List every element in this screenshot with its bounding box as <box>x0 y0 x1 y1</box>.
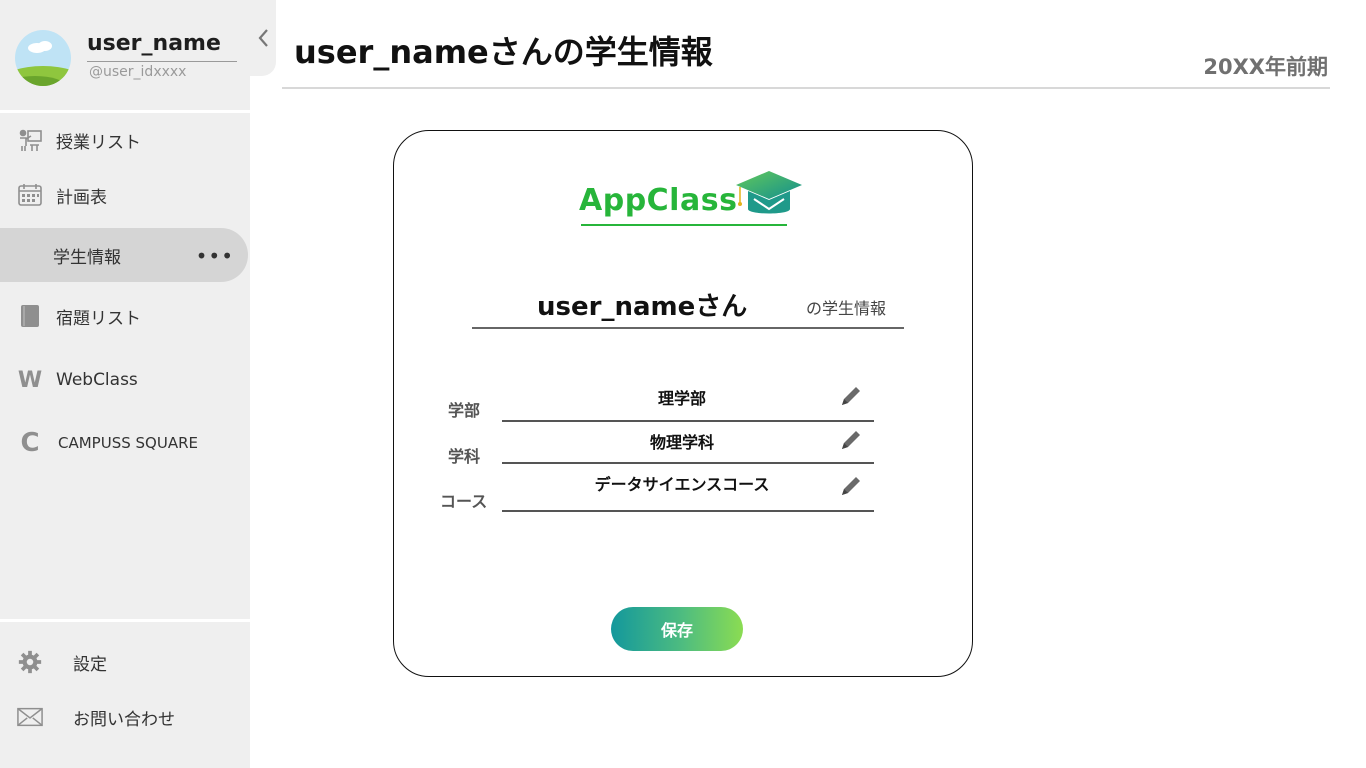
page-title: user_nameさんの学生情報 <box>294 33 713 71</box>
sidebar-item-label: CAMPUSS SQUARE <box>58 434 198 452</box>
course-underline <box>502 510 874 512</box>
chevron-left-icon <box>258 29 268 47</box>
sidebar-item-settings[interactable]: 設定 <box>0 640 250 684</box>
profile-panel: user_name @user_idxxxx <box>0 0 250 110</box>
nav-panel: 授業リスト 計画表 学生情報 ••• 宿題リスト W WebClass C CA… <box>0 113 250 619</box>
sidebar-item-class-list[interactable]: 授業リスト <box>0 118 250 162</box>
edit-course-pencil-icon[interactable] <box>839 474 863 498</box>
sidebar-item-label: 授業リスト <box>56 132 141 153</box>
user-id: @user_idxxxx <box>89 64 187 80</box>
user-name: user_name <box>87 31 221 56</box>
course-value[interactable]: データサイエンスコース <box>502 471 862 495</box>
department-label: 学科 <box>448 447 481 466</box>
webclass-w-icon: W <box>17 367 43 393</box>
term-label: 20XX年前期 <box>1203 55 1328 79</box>
card-user-name: user_nameさん <box>537 292 748 322</box>
faculty-value[interactable]: 理学部 <box>502 385 862 409</box>
more-options-icon[interactable]: ••• <box>196 244 234 268</box>
sidebar-item-label: 設定 <box>73 654 107 675</box>
mail-icon <box>17 704 43 730</box>
faculty-label: 学部 <box>448 401 481 420</box>
sidebar-item-label: 学生情報 <box>53 247 121 268</box>
book-icon <box>17 303 43 329</box>
edit-faculty-pencil-icon[interactable] <box>839 384 863 408</box>
graduation-cap-icon <box>736 171 802 214</box>
faculty-underline <box>502 420 874 422</box>
sidebar-item-label: 宿題リスト <box>56 308 141 329</box>
sidebar-item-schedule[interactable]: 計画表 <box>0 173 250 217</box>
bottom-panel: 設定 お問い合わせ <box>0 622 250 768</box>
header-divider <box>282 87 1330 89</box>
user-name-underline <box>87 61 237 62</box>
student-info-card: AppClass user_nameさん の学生情報 学部 理学部 学科 物理学… <box>393 130 973 677</box>
calendar-icon <box>17 182 43 208</box>
card-title-divider <box>472 327 904 329</box>
presentation-icon <box>17 127 43 153</box>
sidebar-item-label: 計画表 <box>56 187 107 208</box>
save-button[interactable]: 保存 <box>611 607 743 651</box>
sidebar-item-contact[interactable]: お問い合わせ <box>0 695 250 739</box>
appclass-logo: AppClass <box>579 169 809 231</box>
sidebar: user_name @user_idxxxx 授業リスト 計画表 学生情報 ••… <box>0 0 250 768</box>
avatar[interactable] <box>15 30 71 86</box>
course-label: コース <box>440 492 488 511</box>
department-underline <box>502 462 874 464</box>
logo-underline <box>581 224 787 226</box>
logo-text: AppClass <box>579 183 738 218</box>
department-value[interactable]: 物理学科 <box>502 429 862 453</box>
sidebar-item-student-info[interactable]: 学生情報 ••• <box>0 228 248 282</box>
card-title-suffix: の学生情報 <box>806 299 887 318</box>
gear-icon <box>17 649 43 675</box>
sidebar-item-label: お問い合わせ <box>73 709 175 730</box>
sidebar-item-webclass[interactable]: W WebClass <box>0 358 250 402</box>
sidebar-item-campuss-square[interactable]: C CAMPUSS SQUARE <box>0 421 250 465</box>
collapse-sidebar-button[interactable] <box>250 0 276 76</box>
campuss-c-icon: C <box>20 428 40 458</box>
edit-department-pencil-icon[interactable] <box>839 428 863 452</box>
sidebar-item-homework-list[interactable]: 宿題リスト <box>0 294 250 338</box>
sidebar-item-label: WebClass <box>56 370 138 390</box>
